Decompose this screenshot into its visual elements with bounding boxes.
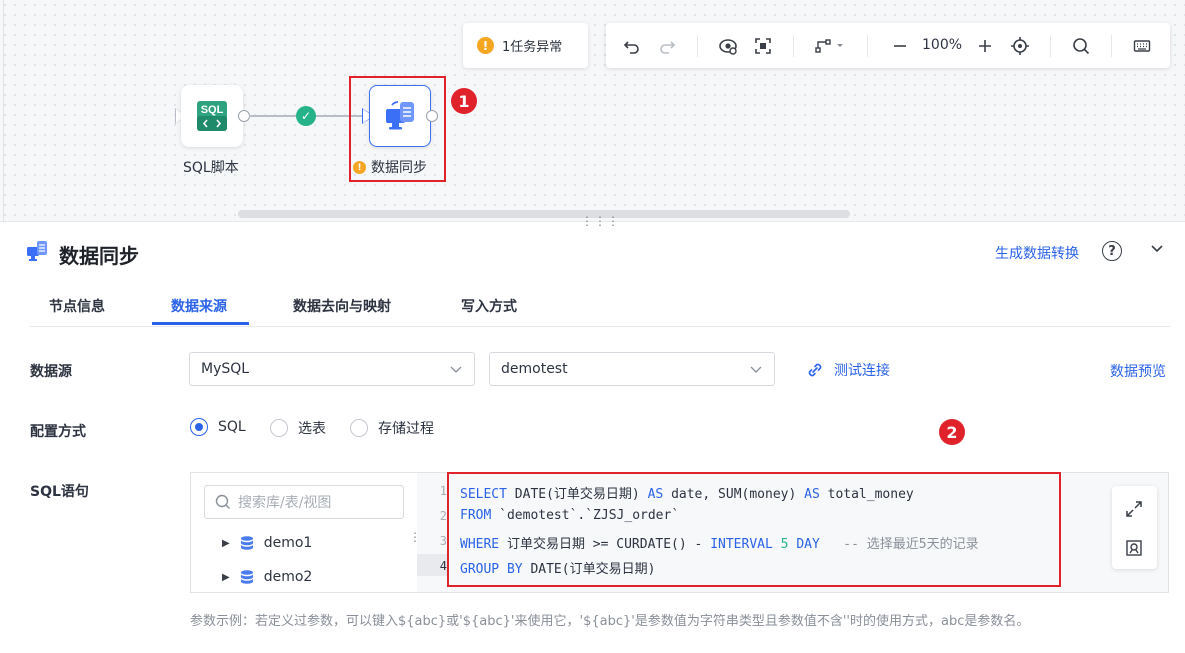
panel-tabs: 节点信息 数据来源 数据去向与映射 写入方式 xyxy=(30,284,1170,327)
data-preview-link[interactable]: 数据预览 xyxy=(1110,361,1166,381)
line-number: 4 xyxy=(439,559,447,573)
fit-screen-icon[interactable] xyxy=(752,35,774,57)
canvas-scrollbar[interactable] xyxy=(238,210,850,218)
format-icon[interactable] xyxy=(1125,539,1143,557)
config-mode-label: 配置方式 xyxy=(30,424,86,440)
check-icon: ✓ xyxy=(296,106,316,126)
keyboard-icon[interactable] xyxy=(1131,35,1153,57)
database-select[interactable]: demotest xyxy=(489,352,775,386)
data-sync-icon xyxy=(27,241,47,261)
line-number: 2 xyxy=(439,509,447,523)
radio-stored-procedure[interactable]: 存储过程 xyxy=(350,418,434,438)
radio-select-table[interactable]: 选表 xyxy=(270,418,326,438)
redo-icon[interactable] xyxy=(656,35,678,57)
active-tab-indicator xyxy=(152,322,249,325)
generate-transform-link[interactable]: 生成数据转换 xyxy=(995,243,1079,263)
tree-item-label: demo2 xyxy=(263,569,313,585)
editor-side-tools xyxy=(1112,486,1157,569)
tab-data-source[interactable]: 数据来源 xyxy=(171,296,227,316)
radio-stored-procedure-label: 存储过程 xyxy=(378,421,434,437)
node-sql-script[interactable]: SQL xyxy=(181,85,243,147)
test-connection-button[interactable]: 测试连接 xyxy=(806,360,890,380)
panel-title: 数据同步 xyxy=(59,244,139,268)
sql-statement-label: SQL语句 xyxy=(30,484,89,500)
panel-resize-handle[interactable]: ⋮⋮⋮ xyxy=(581,215,620,227)
toolbar-divider xyxy=(867,35,868,57)
schema-tree: 搜索库/表/视图 ▶ demo1 ▶ demo2 ⋮⋮ xyxy=(191,473,434,592)
locate-icon[interactable] xyxy=(1009,35,1031,57)
tree-item-demo1[interactable]: ▶ demo1 xyxy=(222,535,312,551)
svg-text:SQL: SQL xyxy=(201,104,224,116)
chevron-down-icon[interactable] xyxy=(1149,240,1165,260)
node-label-sql: SQL脚本 xyxy=(183,160,239,176)
datasource-type-value: MySQL xyxy=(201,361,250,377)
toolbar-divider xyxy=(1050,35,1051,57)
tab-write-mode[interactable]: 写入方式 xyxy=(461,296,517,316)
canvas-edge xyxy=(3,0,4,222)
line-number: 3 xyxy=(439,534,447,548)
radio-button[interactable] xyxy=(270,419,288,437)
tab-node-info[interactable]: 节点信息 xyxy=(49,296,105,316)
caret-right-icon[interactable]: ▶ xyxy=(222,538,230,549)
warning-icon: ! xyxy=(477,37,494,54)
radio-button[interactable] xyxy=(350,419,368,437)
link-icon xyxy=(808,363,822,377)
annotation-badge-2: 2 xyxy=(939,419,965,445)
line-gutter: 1 2 3 4 xyxy=(417,473,447,592)
schema-search-input[interactable]: 搜索库/表/视图 xyxy=(204,485,404,519)
layout-icon[interactable] xyxy=(813,35,847,57)
search-icon xyxy=(215,494,230,509)
annotation-badge-1: 1 xyxy=(451,88,477,114)
tree-item-demo2[interactable]: ▶ demo2 xyxy=(222,569,312,585)
line-number: 1 xyxy=(439,484,447,498)
eye-icon[interactable] xyxy=(717,35,739,57)
tree-item-label: demo1 xyxy=(263,535,313,551)
database-icon xyxy=(240,536,253,550)
radio-sql[interactable]: SQL xyxy=(190,418,246,436)
datasource-type-select[interactable]: MySQL xyxy=(189,352,475,386)
annotation-box-2 xyxy=(447,472,1061,587)
radio-select-table-label: 选表 xyxy=(298,421,326,437)
zoom-level: 100% xyxy=(922,37,963,53)
task-alert[interactable]: ! 1任务异常 xyxy=(463,23,588,68)
chevron-down-icon xyxy=(449,362,463,379)
undo-icon[interactable] xyxy=(621,35,643,57)
radio-button[interactable] xyxy=(190,418,208,436)
schema-search-placeholder: 搜索库/表/视图 xyxy=(238,495,332,511)
radio-sql-label: SQL xyxy=(218,419,246,435)
caret-right-icon[interactable]: ▶ xyxy=(222,572,230,583)
database-value: demotest xyxy=(501,361,568,377)
sql-script-icon: SQL xyxy=(197,101,227,131)
task-alert-text: 1任务异常 xyxy=(502,40,563,55)
search-icon[interactable] xyxy=(1070,35,1092,57)
toolbar-divider xyxy=(793,35,794,57)
database-icon xyxy=(240,570,253,584)
annotation-box-1 xyxy=(349,76,446,182)
toolbar-divider xyxy=(1111,35,1112,57)
zoom-in-icon[interactable] xyxy=(974,35,996,57)
toolbar-divider xyxy=(697,35,698,57)
zoom-out-icon[interactable] xyxy=(889,35,911,57)
tab-data-target-mapping[interactable]: 数据去向与映射 xyxy=(293,296,391,316)
workflow-canvas[interactable]: ! 1任务异常 100% SQL SQL脚本 ✓ ! 数据同步 1 xyxy=(0,0,1185,222)
help-icon[interactable]: ? xyxy=(1102,241,1122,261)
canvas-toolbar: 100% xyxy=(606,23,1170,68)
parameter-hint: 参数示例：若定义过参数，可以键入${abc}或'${abc}'来使用它，'${a… xyxy=(190,614,1030,629)
datasource-label: 数据源 xyxy=(30,364,72,380)
chevron-down-icon xyxy=(749,362,763,379)
expand-icon[interactable] xyxy=(1125,500,1143,518)
test-connection-label: 测试连接 xyxy=(834,363,890,379)
